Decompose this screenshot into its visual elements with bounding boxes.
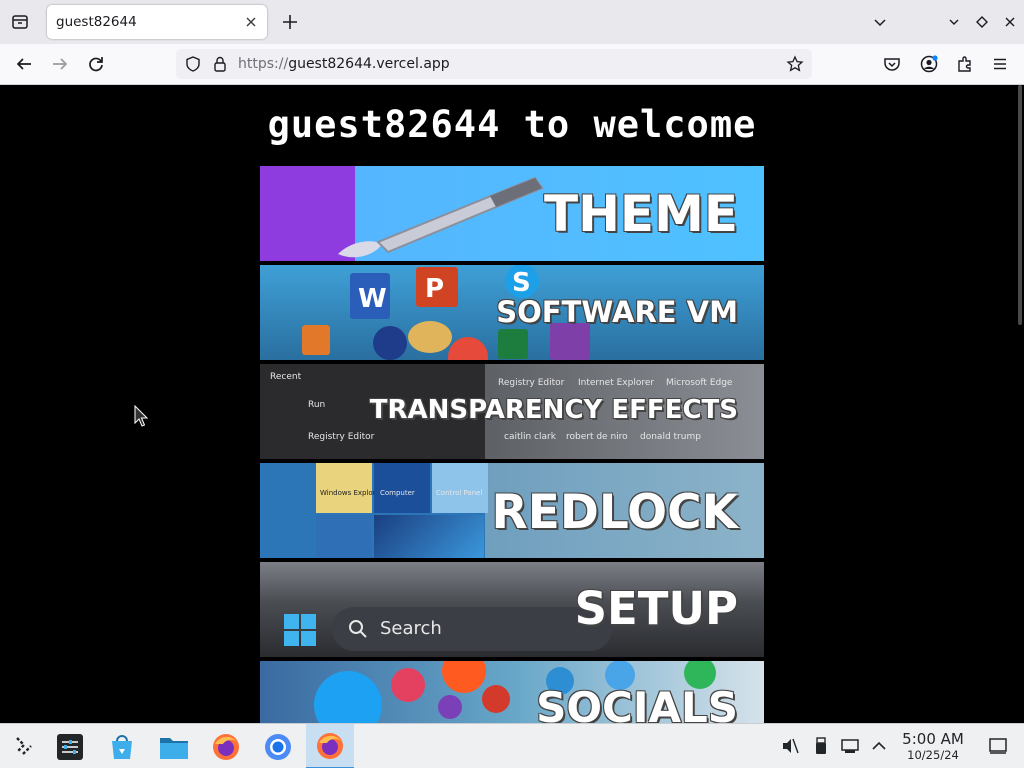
taskbar-app-files[interactable] [150, 724, 198, 768]
banner-label: SOFTWARE VM [496, 295, 738, 329]
browser-tab[interactable]: guest82644 [47, 5, 267, 39]
taskbar-app-chromium[interactable] [254, 724, 302, 768]
clock-date: 10/25/24 [907, 748, 959, 762]
tile-label: Computer [380, 489, 415, 497]
tracking-protection-shield-icon[interactable] [184, 55, 202, 73]
pin-label: Registry Editor [498, 378, 565, 388]
banner-label: SOCIALS [536, 683, 738, 723]
person-label: donald trump [640, 432, 701, 442]
maximize-icon[interactable] [974, 14, 990, 30]
start-tile: Windows Explorer [316, 463, 383, 513]
system-settings-icon [57, 733, 83, 760]
pocket-icon[interactable] [882, 54, 902, 74]
tab-title: guest82644 [56, 14, 137, 30]
redlock-banner[interactable]: Windows Explorer Computer Control Panel … [260, 463, 764, 558]
file-manager-icon [160, 737, 188, 759]
extensions-icon[interactable] [955, 54, 975, 74]
bookmark-star-icon[interactable] [786, 55, 804, 73]
start-tile: Computer [374, 463, 430, 513]
setup-banner[interactable]: Search SETUP [260, 562, 764, 657]
taskbar-app-settings[interactable] [46, 724, 94, 768]
minimize-icon[interactable] [946, 14, 962, 30]
url-protocol: https:// [238, 56, 289, 72]
person-label: robert de niro [566, 432, 628, 442]
svg-text:S: S [512, 268, 531, 298]
digital-clock[interactable]: 5:00 AM 10/25/24 [895, 730, 971, 763]
banner-label: REDLOCK [491, 485, 738, 540]
taskbar-search-box: Search [332, 607, 612, 651]
paintbrush-icon [338, 176, 544, 258]
svg-text:P: P [425, 274, 444, 304]
start-tile: Control Panel [432, 463, 488, 513]
tile-label: Control Panel [436, 489, 483, 497]
url-host: guest82644.vercel.app [288, 56, 450, 72]
chromium-icon [265, 733, 291, 760]
start-tile [316, 515, 372, 558]
person-label: caitlin clark [504, 432, 556, 442]
software-vm-banner[interactable]: W P S SOFTWARE VM [260, 265, 764, 360]
taskbar-app-firefox[interactable] [202, 724, 250, 768]
tab-list-icon[interactable] [6, 8, 34, 36]
url-text[interactable]: https://guest82644.vercel.app [238, 56, 450, 72]
account-icon[interactable] [919, 54, 939, 74]
hamburger-menu-icon[interactable] [990, 54, 1010, 74]
tab-strip: guest82644 [0, 0, 1024, 44]
back-icon[interactable] [14, 54, 34, 74]
taskbar-app-firefox-active[interactable] [306, 724, 354, 768]
theme-banner[interactable]: THEME [260, 166, 764, 261]
registry-label: Registry Editor [308, 432, 375, 442]
app-launcher-icon [16, 736, 32, 755]
forward-icon[interactable] [50, 54, 70, 74]
reload-icon[interactable] [86, 54, 106, 74]
run-label: Run [308, 400, 326, 410]
transparency-effects-banner[interactable]: Recent Run Registry Editor Registry Edit… [260, 364, 764, 459]
pin-label: Microsoft Edge [666, 378, 733, 388]
usb-device-icon[interactable] [811, 736, 831, 756]
pin-label: Internet Explorer [578, 378, 655, 388]
socials-banner[interactable]: SOCIALS [260, 661, 764, 723]
banner-label: SETUP [574, 582, 738, 635]
show-desktop-icon[interactable] [988, 736, 1008, 756]
lock-icon[interactable] [211, 55, 229, 73]
svg-text:W: W [358, 284, 387, 314]
address-bar[interactable]: https://guest82644.vercel.app [176, 49, 812, 79]
search-icon [349, 620, 367, 638]
new-tab-icon[interactable] [280, 12, 300, 32]
close-window-icon[interactable] [1002, 14, 1018, 30]
search-placeholder: Search [380, 618, 442, 639]
taskbar-app-discover[interactable] [98, 724, 146, 768]
banner-label: THEME [543, 185, 738, 243]
discover-store-icon [112, 734, 132, 759]
volume-muted-icon[interactable] [780, 736, 800, 756]
chevron-up-icon[interactable] [869, 736, 889, 756]
navigation-toolbar: https://guest82644.vercel.app [0, 44, 1024, 85]
banner-label: TRANSPARENCY EFFECTS [369, 395, 738, 425]
app-launcher-button[interactable] [0, 724, 48, 768]
network-wired-icon[interactable] [840, 736, 860, 756]
clock-time: 5:00 AM [902, 730, 964, 748]
taskbar: 5:00 AM 10/25/24 [0, 723, 1024, 768]
firefox-active-icon [317, 732, 343, 759]
web-page: guest82644 to welcome THEME W P S SOFTWA… [0, 85, 1024, 723]
windows-logo-icon [284, 614, 316, 646]
recent-label: Recent [270, 372, 302, 382]
list-all-tabs-icon[interactable] [872, 14, 888, 30]
page-title: guest82644 to welcome [267, 103, 757, 146]
mouse-pointer-icon [134, 405, 148, 427]
firefox-icon [213, 733, 239, 760]
close-tab-icon[interactable] [243, 14, 259, 30]
windows-wallpaper-tile [374, 515, 484, 558]
